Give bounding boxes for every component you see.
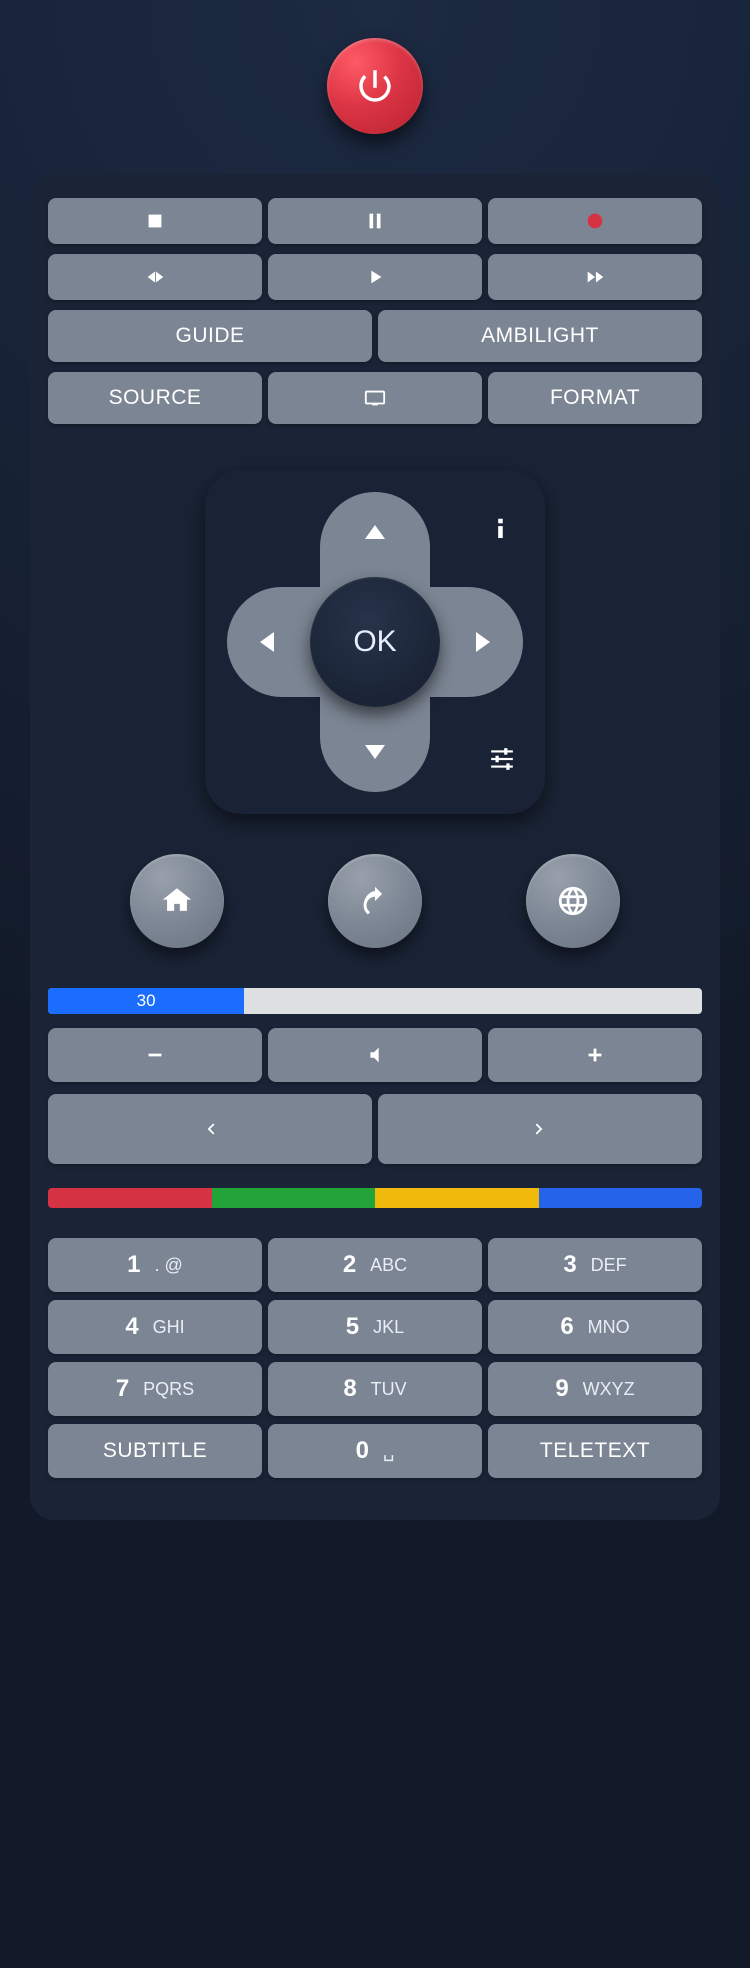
teletext-button[interactable]: TELETEXT: [488, 1424, 702, 1478]
key-6[interactable]: 6MNO: [488, 1300, 702, 1354]
minus-icon: [144, 1044, 166, 1066]
channel-up-button[interactable]: [378, 1094, 702, 1164]
power-button[interactable]: [327, 38, 423, 134]
browser-button[interactable]: [526, 854, 620, 948]
plus-icon: [584, 1044, 606, 1066]
key-8[interactable]: 8TUV: [268, 1362, 482, 1416]
volume-down-button[interactable]: [48, 1028, 262, 1082]
channel-down-button[interactable]: [48, 1094, 372, 1164]
guide-button[interactable]: GUIDE: [48, 310, 372, 362]
arrow-down-icon: [365, 745, 385, 759]
volume-controls: [48, 1028, 702, 1082]
volume-value: 30: [48, 988, 244, 1014]
chevron-right-icon: [529, 1118, 551, 1140]
rewind-icon: [144, 266, 166, 288]
back-button[interactable]: [328, 854, 422, 948]
ambilight-button[interactable]: AMBILIGHT: [378, 310, 702, 362]
row-source-tv-format: SOURCE FORMAT: [48, 372, 702, 424]
subtitle-button[interactable]: SUBTITLE: [48, 1424, 262, 1478]
home-icon: [160, 884, 194, 918]
key-5[interactable]: 5JKL: [268, 1300, 482, 1354]
row-guide-ambilight: GUIDE AMBILIGHT: [48, 310, 702, 362]
record-button[interactable]: [488, 198, 702, 244]
chevron-left-icon: [199, 1118, 221, 1140]
key-9[interactable]: 9WXYZ: [488, 1362, 702, 1416]
key-1[interactable]: 1. @: [48, 1238, 262, 1292]
rewind-button[interactable]: [48, 254, 262, 300]
pause-button[interactable]: [268, 198, 482, 244]
pause-icon: [364, 210, 386, 232]
volume-bar[interactable]: 30: [48, 988, 702, 1014]
fast-forward-icon: [584, 266, 606, 288]
ok-button[interactable]: OK: [310, 577, 440, 707]
source-button[interactable]: SOURCE: [48, 372, 262, 424]
media-row-2: [48, 254, 702, 300]
format-button[interactable]: FORMAT: [488, 372, 702, 424]
info-icon[interactable]: [489, 512, 511, 542]
yellow-key[interactable]: [375, 1188, 539, 1208]
remote-body: GUIDE AMBILIGHT SOURCE FORMAT OK: [30, 174, 720, 1520]
blue-key[interactable]: [539, 1188, 703, 1208]
stop-icon: [144, 210, 166, 232]
fast-forward-button[interactable]: [488, 254, 702, 300]
tv-icon: [364, 387, 386, 409]
channel-controls: [48, 1094, 702, 1164]
keypad: 1. @ 2ABC 3DEF 4GHI 5JKL 6MNO 7PQRS 8TUV…: [48, 1238, 702, 1478]
record-icon: [584, 210, 606, 232]
key-4[interactable]: 4GHI: [48, 1300, 262, 1354]
key-7[interactable]: 7PQRS: [48, 1362, 262, 1416]
play-icon: [364, 266, 386, 288]
play-button[interactable]: [268, 254, 482, 300]
nav-circle-row: [78, 854, 672, 948]
home-button[interactable]: [130, 854, 224, 948]
volume-up-button[interactable]: [488, 1028, 702, 1082]
color-keys: [48, 1188, 702, 1208]
watchtv-button[interactable]: [268, 372, 482, 424]
key-2[interactable]: 2ABC: [268, 1238, 482, 1292]
undo-icon: [358, 884, 392, 918]
key-3[interactable]: 3DEF: [488, 1238, 702, 1292]
red-key[interactable]: [48, 1188, 212, 1208]
media-row-1: [48, 198, 702, 244]
dpad: OK: [205, 470, 545, 814]
power-row: [30, 38, 720, 134]
arrow-right-icon: [476, 632, 490, 652]
key-0[interactable]: 0␣: [268, 1424, 482, 1478]
stop-button[interactable]: [48, 198, 262, 244]
adjust-icon[interactable]: [487, 746, 517, 772]
green-key[interactable]: [212, 1188, 376, 1208]
arrow-left-icon: [260, 632, 274, 652]
arrow-up-icon: [365, 525, 385, 539]
mute-button[interactable]: [268, 1028, 482, 1082]
remote-panel: GUIDE AMBILIGHT SOURCE FORMAT OK: [0, 0, 750, 1580]
power-icon: [354, 65, 396, 107]
volume-low-icon: [364, 1044, 386, 1066]
globe-icon: [556, 884, 590, 918]
